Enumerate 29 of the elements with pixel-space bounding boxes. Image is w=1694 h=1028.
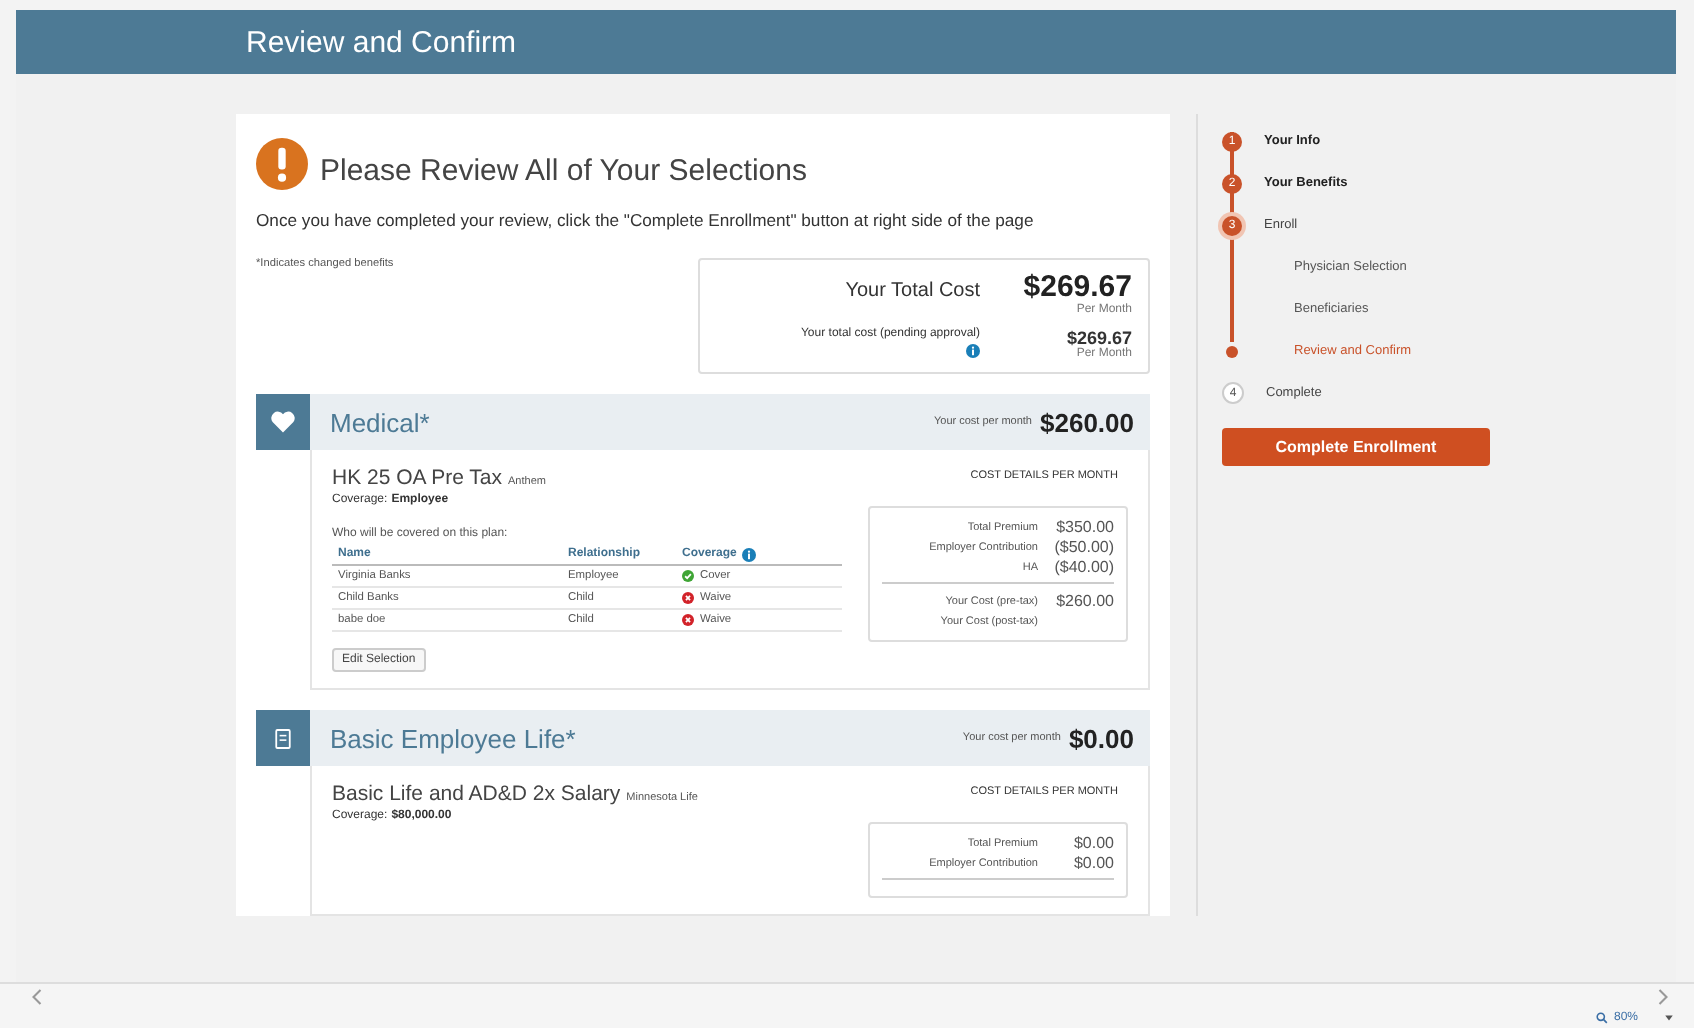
- scroll-left-icon[interactable]: [30, 987, 44, 1005]
- review-heading: Please Review All of Your Selections: [320, 153, 807, 187]
- total-cost-amount: $269.67: [1023, 270, 1132, 304]
- horizontal-scrollbar[interactable]: [0, 982, 1694, 1008]
- plan-name: HK 25 OA Pre Tax: [332, 466, 503, 490]
- scroll-right-icon[interactable]: [1656, 987, 1670, 1005]
- cost-per-month-amount: $0.00: [1068, 723, 1134, 753]
- benefit-title: Medical*: [330, 407, 432, 437]
- warning-icon: [256, 138, 308, 190]
- instruction-text: Once you have completed your review, click the "Complete Enrollment" button at right side of the page: [256, 210, 1036, 230]
- page-title: Review and Confirm: [246, 25, 517, 59]
- info-icon[interactable]: [742, 547, 757, 561]
- cost-value: $350.00: [1054, 518, 1114, 536]
- cost-value: $0.00: [1071, 834, 1114, 852]
- complete-enrollment-button[interactable]: Complete Enrollment: [1222, 428, 1490, 466]
- plan-name: Basic Life and AD&D 2x Salary: [332, 782, 621, 806]
- document-icon: [274, 727, 292, 749]
- cost-per-month-amount: $260.00: [1040, 407, 1134, 437]
- heart-icon: [270, 410, 296, 434]
- caret-icon[interactable]: [1664, 1014, 1674, 1022]
- pending-cost-amount: $269.67: [1066, 328, 1132, 348]
- benefit-title: Basic Employee Life*: [330, 723, 578, 753]
- cost-value: ($50.00): [1054, 538, 1114, 556]
- cost-value: $260.00: [1054, 592, 1114, 610]
- info-icon[interactable]: [966, 344, 980, 358]
- zoom-icon[interactable]: [1595, 1012, 1608, 1024]
- total-cost-label: Your Total Cost: [845, 280, 980, 302]
- cost-value: $0.00: [1071, 854, 1114, 872]
- cost-value: ($40.00): [1054, 558, 1114, 576]
